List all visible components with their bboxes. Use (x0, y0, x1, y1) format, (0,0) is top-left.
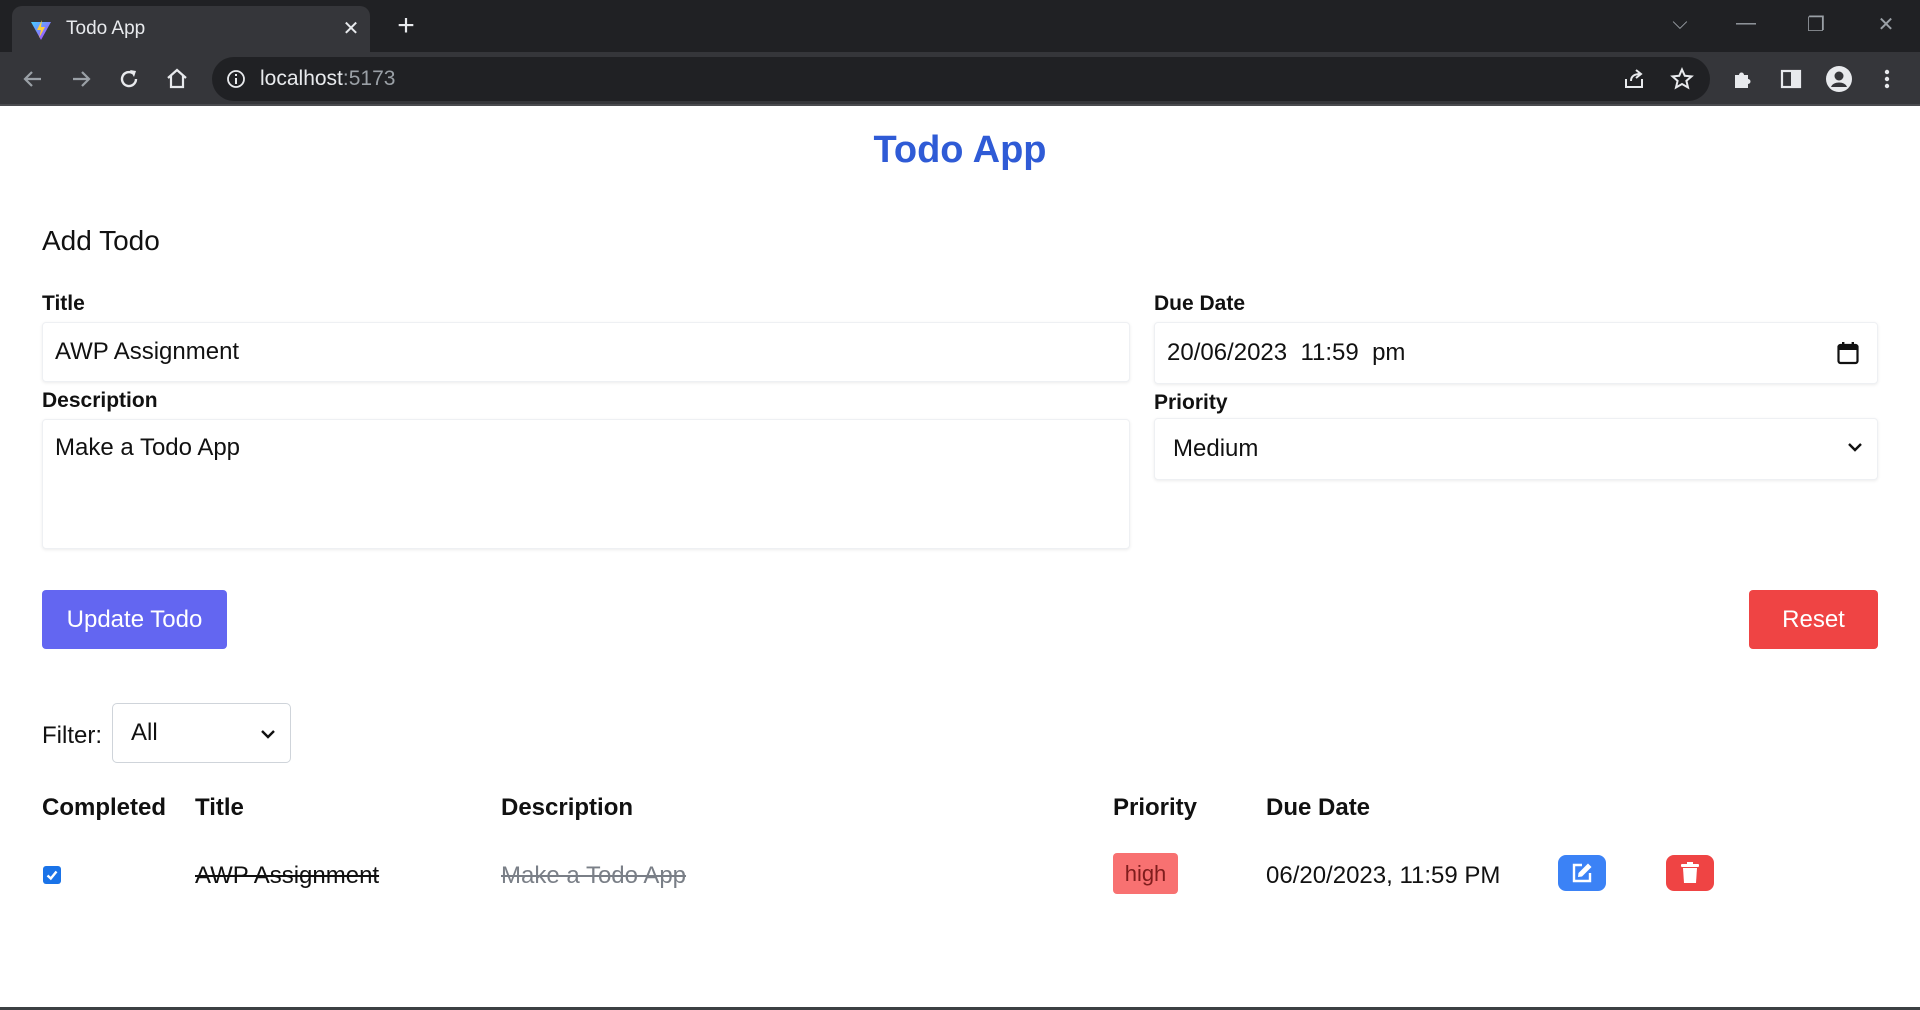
profile-icon (1826, 66, 1852, 92)
filter-label: Filter: (42, 722, 102, 749)
back-button[interactable] (16, 62, 50, 96)
vite-logo-icon (31, 20, 51, 40)
url-text: localhost:5173 (260, 67, 395, 91)
edit-button[interactable] (1558, 855, 1606, 891)
reload-icon (120, 70, 138, 88)
chevron-down-icon (261, 730, 275, 739)
priority-select-value: Medium (1173, 435, 1259, 462)
title-input-value: AWP Assignment (55, 338, 240, 365)
todo-description: Make a Todo App (501, 862, 687, 889)
description-textarea[interactable]: Make a Todo App (42, 419, 1130, 549)
calendar-icon[interactable] (1837, 341, 1859, 365)
side-panel-icon (1780, 69, 1802, 89)
due-date-value: 20/06/2023 11:59 pm (1167, 339, 1406, 366)
column-header-priority: Priority (1113, 794, 1198, 821)
due-date-input[interactable]: 20/06/2023 11:59 pm (1154, 322, 1878, 384)
puzzle-icon (1735, 72, 1751, 88)
browser-tab[interactable]: Todo App ✕ (12, 6, 370, 52)
reload-button[interactable] (112, 62, 146, 96)
edit-icon (1572, 863, 1592, 883)
arrow-left-icon (23, 71, 41, 87)
description-textarea-value: Make a Todo App (55, 434, 241, 461)
browser-tab-bar: Todo App ✕ + ⌵ — ❐ ✕ (0, 0, 1920, 52)
form-heading: Add Todo (42, 225, 160, 256)
forward-button[interactable] (64, 62, 98, 96)
priority-select[interactable]: Medium (1154, 418, 1878, 480)
checkmark-icon (46, 870, 58, 881)
app-title: Todo App (873, 129, 1047, 171)
column-header-completed: Completed (42, 794, 167, 821)
column-header-description: Description (501, 794, 634, 821)
url-port: :5173 (342, 67, 396, 90)
home-button[interactable] (160, 62, 194, 96)
minimize-icon[interactable]: — (1728, 12, 1764, 35)
todo-due-date: 06/20/2023, 11:59 PM (1266, 862, 1501, 889)
filter-select[interactable]: All (112, 703, 291, 763)
chevron-down-icon (1848, 443, 1862, 452)
window-close-icon[interactable]: ✕ (1868, 12, 1904, 37)
page-content: Todo App Add Todo Title AWP Assignment D… (0, 107, 1920, 1010)
title-label: Title (42, 292, 85, 315)
info-icon[interactable] (226, 69, 246, 89)
extensions-button[interactable] (1729, 65, 1757, 93)
url-host: localhost (260, 67, 343, 90)
completed-checkbox[interactable] (43, 866, 61, 884)
menu-button[interactable] (1873, 65, 1901, 93)
column-header-due-date: Due Date (1266, 794, 1371, 821)
delete-button[interactable] (1666, 855, 1714, 891)
browser-toolbar: localhost:5173 (0, 52, 1920, 106)
trash-icon (1681, 862, 1699, 883)
star-icon[interactable] (1670, 67, 1694, 91)
kebab-menu-icon (1884, 69, 1890, 89)
plus-icon[interactable]: + (390, 10, 422, 42)
home-icon (167, 68, 187, 89)
description-label: Description (42, 389, 158, 412)
restore-icon[interactable]: ❐ (1798, 12, 1834, 37)
tab-title: Todo App (66, 18, 146, 39)
todo-title: AWP Assignment (195, 862, 380, 889)
reset-button[interactable]: Reset (1749, 590, 1878, 649)
side-panel-button[interactable] (1777, 65, 1805, 93)
share-icon[interactable] (1622, 67, 1646, 91)
address-bar[interactable]: localhost:5173 (212, 57, 1710, 101)
due-date-label: Due Date (1154, 292, 1246, 315)
close-icon[interactable]: ✕ (338, 16, 364, 42)
profile-button[interactable] (1825, 65, 1853, 93)
column-header-title: Title (195, 794, 244, 821)
priority-label: Priority (1154, 391, 1228, 414)
filter-select-value: All (131, 719, 158, 746)
chevron-down-icon[interactable]: ⌵ (1662, 12, 1698, 35)
priority-badge: high (1113, 853, 1178, 894)
title-input[interactable]: AWP Assignment (42, 322, 1130, 382)
update-todo-button[interactable]: Update Todo (42, 590, 227, 649)
arrow-right-icon (73, 71, 91, 87)
